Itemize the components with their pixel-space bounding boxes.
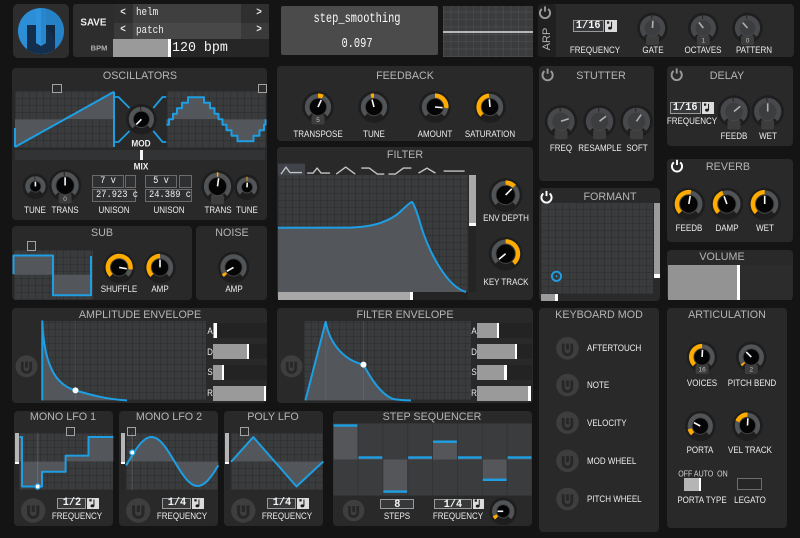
svg-text:1: 1: [701, 38, 705, 45]
svg-text:16: 16: [698, 367, 706, 374]
svg-text:2: 2: [749, 367, 753, 374]
svg-text:5: 5: [316, 117, 320, 124]
svg-text:0: 0: [746, 38, 750, 45]
svg-text:0: 0: [63, 196, 67, 203]
